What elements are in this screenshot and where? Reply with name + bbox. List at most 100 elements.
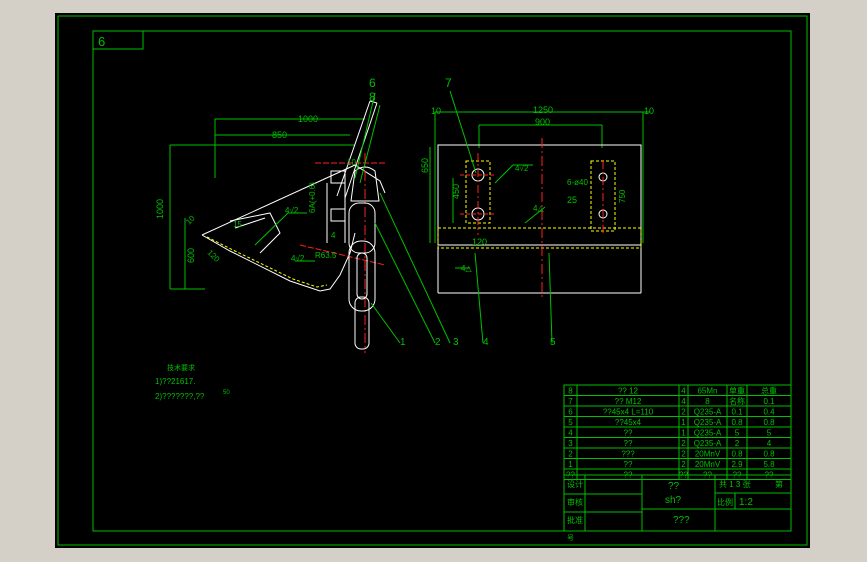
parts-row-7-w2: 0.1	[763, 397, 775, 406]
parts-row-8-w1: 单重	[729, 386, 745, 396]
parts-row-6-w1: 0.1	[731, 408, 743, 417]
dim-r63: R63.5	[315, 251, 337, 260]
tb-page: 第	[775, 479, 783, 489]
dim-6ho: 6A(+0.6)	[308, 182, 317, 213]
callout-6: 6	[369, 76, 376, 90]
parts-row-7-qty: 4	[681, 397, 686, 406]
dim-25: 25	[567, 195, 577, 205]
callout-7: 7	[445, 76, 452, 90]
dim-450: 450	[451, 184, 461, 199]
side-view	[169, 92, 451, 353]
parts-row-6-qty: 2	[681, 408, 686, 417]
weld-4v2-b: 4√2	[291, 254, 305, 263]
parts-row-3-material: Q235-A	[694, 439, 722, 448]
tech-req-line2: 2)???????,??	[155, 392, 205, 401]
parts-row-5-w1: 0.8	[731, 418, 743, 427]
parts-row-5-name: ??45x4	[615, 418, 642, 427]
parts-row-1-material: 20MnV	[695, 460, 721, 469]
tb-design-label: 设计	[567, 479, 583, 489]
parts-row-1-w1: 2.9	[731, 460, 743, 469]
parts-row-5-material: Q235-A	[694, 418, 722, 427]
front-view	[429, 90, 650, 344]
parts-row-1-w2: 5.8	[763, 460, 775, 469]
tb-title-line1: ??	[668, 481, 680, 492]
tb-approve-label: 批准	[567, 515, 583, 525]
tb-sheet-label: 号	[567, 534, 574, 542]
tb-company: ???	[673, 515, 690, 526]
dim-1000-top: 1000	[298, 114, 318, 124]
parts-row-6-no: 6	[568, 408, 573, 417]
weld-front-4b: 4△	[461, 264, 472, 273]
weld-4v2-a: 4√2	[285, 206, 299, 215]
parts-row-3-qty: 2	[681, 439, 686, 448]
parts-row-2-material: 20MnV	[695, 450, 721, 459]
weld-front-4v2: 4√2	[515, 164, 529, 173]
dim-4: 4	[331, 231, 336, 240]
cad-drawing-canvas: 6 1000 850 1000 600 10 120 15 4√2 4√2 R6…	[55, 13, 810, 548]
parts-row-8-w2: 总重	[761, 386, 777, 396]
dim-120-front: 120	[472, 237, 487, 247]
parts-row-4-no: 4	[568, 429, 573, 438]
dim-900: 900	[535, 117, 550, 127]
parts-row-5-qty: 1	[681, 418, 686, 427]
parts-row-6-w2: 0.4	[763, 408, 775, 417]
callout-4: 4	[483, 337, 489, 348]
dim-850: 850	[272, 130, 287, 140]
inner-border	[92, 30, 792, 532]
callout-3: 3	[453, 337, 459, 348]
dim-650: 650	[420, 158, 430, 173]
parts-row-4-material: Q235-A	[694, 429, 722, 438]
parts-row-7-material: 8	[705, 397, 710, 406]
roughness-value: 50	[223, 390, 230, 396]
dim-15: 15	[233, 220, 242, 229]
parts-row-5-no: 5	[568, 418, 573, 427]
dim-10: 10	[184, 213, 197, 226]
parts-row-2-no: 2	[568, 450, 573, 459]
tb-scale: 1:2	[739, 497, 753, 508]
parts-row-2-name: ???	[621, 450, 635, 459]
sheet-number: 6	[98, 34, 105, 49]
parts-row-7-name: ?? M12	[615, 397, 642, 406]
parts-row-4-qty: 1	[681, 429, 686, 438]
dim-hole-40: 6-ø40	[567, 178, 588, 187]
parts-row-1-name: ??	[624, 460, 633, 469]
parts-row-3-w2: 4	[767, 439, 772, 448]
dim-600: 600	[186, 248, 196, 263]
tb-title-line2: sh?	[665, 495, 682, 506]
parts-row-6-name: ??45x4 L=110	[603, 408, 654, 417]
callout-5: 5	[550, 337, 556, 348]
parts-row-6-material: Q235-A	[694, 408, 722, 417]
parts-table	[563, 384, 792, 480]
parts-row-2-w1: 0.8	[731, 450, 743, 459]
parts-row-8-qty: 4	[681, 387, 686, 396]
callout-1: 1	[400, 337, 406, 348]
parts-table-text: 8?? 12 4 65Mn 单重 总重7?? M12 4 8 名称 0.16 ??45x4 L=1…	[566, 386, 777, 480]
dim-1000-vertical: 1000	[155, 199, 165, 219]
parts-row-8-name: ?? 12	[618, 387, 639, 396]
parts-row-8-material: 65Mn	[697, 387, 717, 396]
parts-row-4-name: ??	[624, 429, 633, 438]
parts-row-5-w2: 0.8	[763, 418, 775, 427]
callout-8: 8	[369, 90, 376, 104]
parts-row-3-w1: 2	[735, 439, 740, 448]
weld-front-4a: 4△	[533, 204, 544, 213]
parts-row-3-name: ??	[624, 439, 633, 448]
drawing-svg: 6 1000 850 1000 600 10 120 15 4√2 4√2 R6…	[57, 15, 808, 546]
tb-sheets: 共 1 3 张	[719, 480, 751, 489]
dim-750: 750	[618, 189, 627, 203]
parts-row-1-no: 1	[568, 460, 573, 469]
tech-req-heading: 技术要求	[167, 363, 195, 372]
parts-row-3-no: 3	[568, 439, 573, 448]
parts-row-2-qty: 2	[681, 450, 686, 459]
dim-120: 120	[206, 248, 222, 264]
parts-row-1-qty: 2	[681, 460, 686, 469]
parts-row-2-w2: 0.8	[763, 450, 775, 459]
dim-10-right: 10	[644, 106, 654, 116]
dim-10-left: 10	[431, 106, 441, 116]
tb-scale-label: 比例	[717, 497, 733, 507]
parts-row-7-no: 7	[568, 397, 573, 406]
parts-row-8-no: 8	[568, 387, 573, 396]
parts-row-7-w1: 名称	[729, 396, 745, 406]
parts-row-4-w1: 5	[735, 429, 740, 438]
parts-row-4-w2: 5	[767, 429, 772, 438]
